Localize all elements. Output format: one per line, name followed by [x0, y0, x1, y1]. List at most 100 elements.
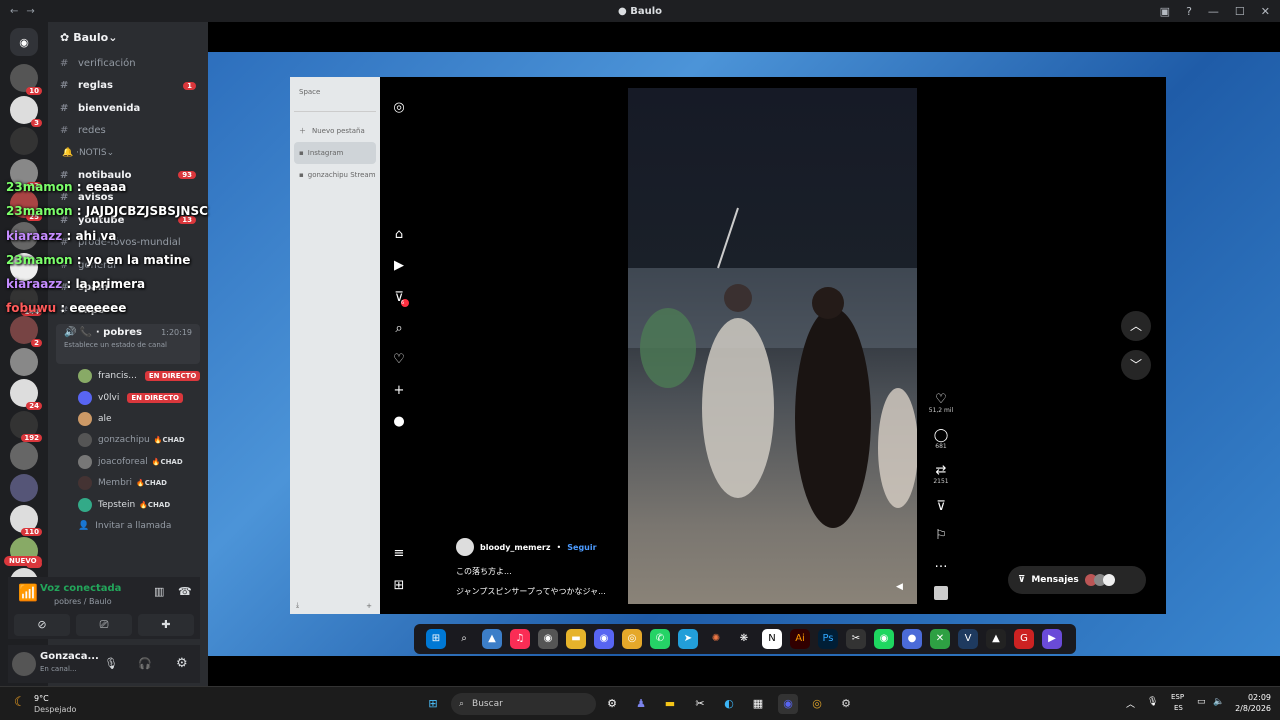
disconnect-icon[interactable]: ☎	[178, 585, 192, 598]
server-icon[interactable]	[10, 127, 38, 155]
chatgpt-icon[interactable]: ❋	[734, 629, 754, 649]
file-explorer-icon[interactable]: ▬	[660, 694, 680, 714]
steam-icon[interactable]: ⚙	[602, 694, 622, 714]
search-icon[interactable]: ⌕	[388, 317, 410, 339]
like-button[interactable]: ♡ 51,2 mil	[928, 392, 954, 414]
maximize-button[interactable]: ☐	[1235, 5, 1245, 18]
save-bookmark-icon[interactable]: ⚐	[928, 528, 954, 543]
tab-instagram[interactable]: ▪ Instagram	[294, 142, 376, 164]
tray-chevron-icon[interactable]: ︿	[1126, 697, 1135, 710]
channel-redes[interactable]: # redes	[48, 120, 208, 143]
author-username[interactable]: bloody_memerz	[480, 543, 551, 552]
screen-share-button[interactable]: ⎚	[76, 614, 132, 636]
chrome-icon[interactable]: ◎	[622, 629, 642, 649]
discord-icon[interactable]: ◉	[594, 629, 614, 649]
mic-tray-icon[interactable]: 🎙	[1147, 697, 1158, 707]
profile-avatar-icon[interactable]: ●	[388, 410, 410, 432]
xbox-icon[interactable]: ✕	[930, 629, 950, 649]
more-apps-icon[interactable]: ⊞	[388, 574, 410, 596]
minimize-button[interactable]: —	[1208, 5, 1219, 18]
share-icon[interactable]: ⊽	[928, 499, 954, 514]
server-icon[interactable]: 3	[10, 95, 42, 127]
discord-icon[interactable]: ◉	[778, 694, 798, 714]
previous-reel-button[interactable]: ︿	[1121, 311, 1151, 341]
voice-user[interactable]: gonzachipu 🔥CHAD	[48, 430, 208, 451]
teams-icon[interactable]: ♟	[631, 694, 651, 714]
voice-user[interactable]: Tepstein 🔥CHAD	[48, 494, 208, 515]
noise-suppression-icon[interactable]: ▥	[154, 585, 164, 598]
photos-icon[interactable]: ▲	[482, 629, 502, 649]
close-button[interactable]: ✕	[1261, 5, 1270, 18]
server-icon[interactable]	[10, 473, 38, 502]
help-icon[interactable]: ?	[1186, 5, 1192, 18]
whatsapp-icon[interactable]: ✆	[650, 629, 670, 649]
lang-main[interactable]: ESP	[1171, 693, 1184, 701]
next-reel-button[interactable]: ﹀	[1121, 350, 1151, 380]
more-options-icon[interactable]: …	[928, 556, 954, 571]
voice-user[interactable]: v0lvi EN DIRECTO	[48, 387, 208, 408]
taskbar-search[interactable]: ⌕ Buscar	[451, 693, 596, 715]
channel-status[interactable]: Establece un estado de canal	[64, 341, 192, 349]
atlas-icon[interactable]: ▲	[986, 629, 1006, 649]
tab-gonzachipu-stream[interactable]: ▪ gonzachipu Stream	[290, 164, 380, 186]
chrome-icon[interactable]: ◎	[807, 694, 827, 714]
start-windows-icon[interactable]: ⊞	[423, 694, 443, 714]
reel-video[interactable]: ◀	[628, 88, 917, 604]
telegram-icon[interactable]: ➤	[678, 629, 698, 649]
download-icon[interactable]: ⤓	[296, 601, 299, 610]
messages-button[interactable]: ⊽ Mensajes	[1008, 566, 1146, 594]
invite-to-call[interactable]: 👤 Invitar a llamada	[48, 515, 208, 536]
audio-thumbnail[interactable]	[934, 586, 948, 600]
messages-icon[interactable]: ⊽ 6	[388, 286, 410, 308]
capcut-icon[interactable]: ✂	[690, 694, 710, 714]
channel-bienvenida[interactable]: # bienvenida	[48, 97, 208, 120]
voice-connected-sub[interactable]: pobres / Baulo	[54, 597, 112, 606]
server-icon[interactable]	[10, 442, 38, 470]
author-avatar[interactable]	[456, 538, 474, 556]
repost-button[interactable]: ⇄ 2151	[928, 463, 954, 485]
activities-button[interactable]: ✚	[138, 614, 194, 636]
inbox-icon[interactable]: ▣	[1160, 5, 1170, 18]
voice-user[interactable]: joacoforeal 🔥CHAD	[48, 451, 208, 472]
edge-icon[interactable]: ◐	[719, 694, 739, 714]
server-icon[interactable]	[10, 347, 38, 376]
guild-header[interactable]: ✿ Baulo ⌄	[48, 22, 208, 52]
app-burst-icon[interactable]: ✺	[706, 629, 726, 649]
follow-button[interactable]: Seguir	[567, 543, 596, 552]
notion-icon[interactable]: N	[762, 629, 782, 649]
arrow-app-icon[interactable]: ▶	[1042, 629, 1062, 649]
server-icon[interactable]: 2	[10, 316, 42, 347]
voice-user[interactable]: francis... EN DIRECTO	[48, 366, 208, 387]
server-icon[interactable]: 10	[10, 64, 42, 95]
voice-user[interactable]: Membri 🔥CHAD	[48, 472, 208, 493]
clock-time[interactable]: 02:09	[1221, 693, 1271, 702]
app-blue-icon[interactable]: ●	[902, 629, 922, 649]
capcut-icon[interactable]: ✂	[846, 629, 866, 649]
clock-date[interactable]: 2/8/2026	[1221, 704, 1271, 713]
windows-icon[interactable]: ⊞	[426, 629, 446, 649]
notifications-heart-icon[interactable]: ♡	[388, 348, 410, 370]
app-gear-icon[interactable]: ⚙	[836, 694, 856, 714]
instagram-logo-icon[interactable]: ◎	[388, 96, 410, 118]
server-icon[interactable]: 192	[10, 410, 42, 442]
network-icon[interactable]: ▭	[1197, 697, 1206, 707]
user-name[interactable]: Gonzaca...	[40, 651, 99, 662]
avatar[interactable]	[12, 652, 36, 676]
home-icon[interactable]: ⌂	[388, 223, 410, 245]
store-icon[interactable]: ▦	[748, 694, 768, 714]
spotify-icon[interactable]: ◉	[874, 629, 894, 649]
valorant-icon[interactable]: V	[958, 629, 978, 649]
discord-home-icon[interactable]: ◉	[10, 28, 38, 56]
caption-line-2[interactable]: ジャンプスピンサープってやつかなジャ...	[456, 586, 606, 597]
menu-icon[interactable]: ≡	[388, 542, 410, 564]
obs-icon[interactable]: ◉	[538, 629, 558, 649]
weather-icon[interactable]: ☾	[14, 695, 26, 710]
signal-icon[interactable]: 📶	[18, 583, 38, 602]
create-plus-icon[interactable]: +	[388, 379, 410, 401]
settings-gear-icon[interactable]: ⚙	[176, 656, 188, 671]
voice-channel-pobres[interactable]: 🔊 📞 · pobres 1:20:19 Establece un estado…	[56, 323, 200, 364]
opera-icon[interactable]: G	[1014, 629, 1034, 649]
music-icon[interactable]: ♫	[510, 629, 530, 649]
category-notis[interactable]: 🔔 · NOTIS ⌄	[48, 142, 208, 164]
folder-icon[interactable]: ▬	[566, 629, 586, 649]
